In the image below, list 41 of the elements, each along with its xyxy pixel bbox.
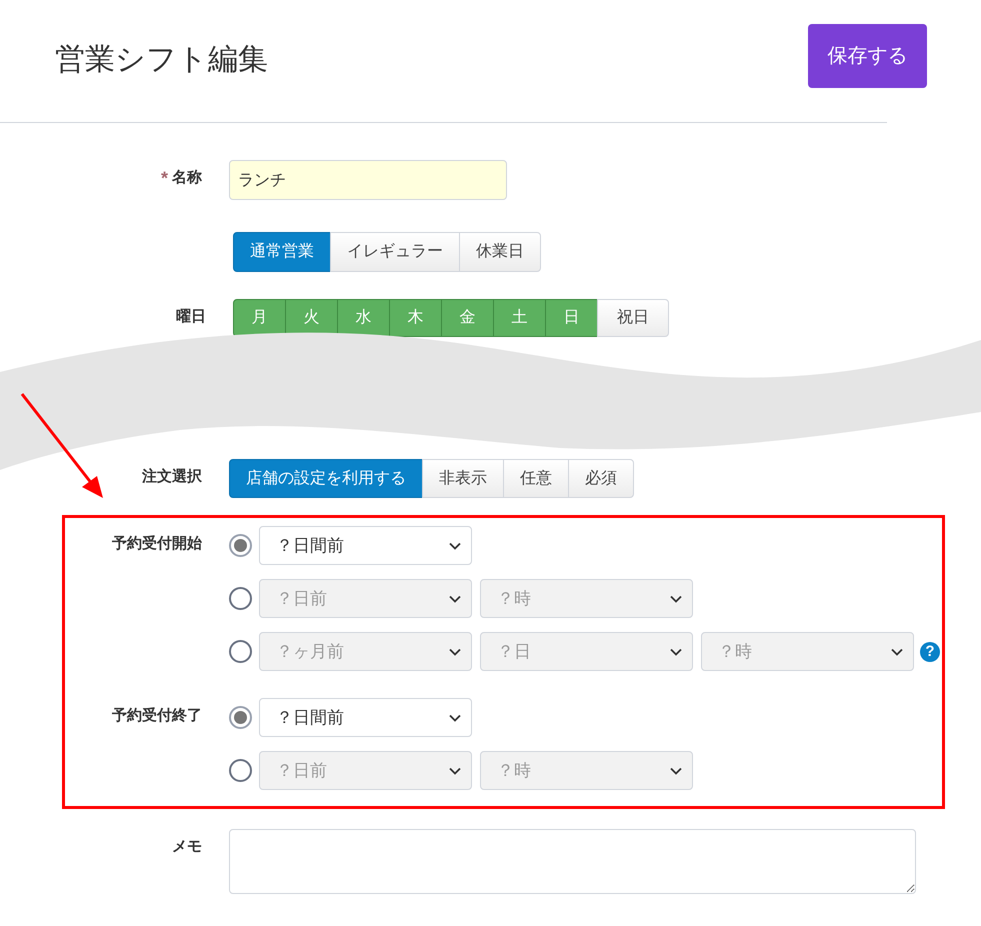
- field-label: 予約受付終了: [112, 706, 202, 726]
- chevron-down-icon: [670, 648, 682, 656]
- field-label: 名称: [172, 168, 202, 188]
- toggle-button[interactable]: イレギュラー: [330, 232, 460, 272]
- text-input[interactable]: ランチ: [229, 160, 507, 200]
- chevron-down-icon: [449, 594, 461, 602]
- toggle-button[interactable]: 必須: [568, 459, 634, 498]
- help-icon[interactable]: ?: [920, 642, 940, 662]
- chevron-down-icon: [670, 594, 682, 602]
- radio-button[interactable]: [229, 534, 252, 557]
- chevron-down-icon: [449, 766, 461, 774]
- toggle-button[interactable]: 休業日: [459, 232, 541, 272]
- dropdown[interactable]: ？日間前: [259, 698, 472, 737]
- toggle-button[interactable]: 通常営業: [233, 232, 331, 272]
- radio-button[interactable]: [229, 587, 252, 610]
- save-button[interactable]: 保存する: [808, 24, 927, 88]
- required-mark: *: [160, 168, 168, 188]
- toggle-button[interactable]: 木: [389, 299, 442, 337]
- toggle-button[interactable]: 非表示: [422, 459, 504, 498]
- toggle-button[interactable]: 任意: [503, 459, 569, 498]
- page-title: 営業シフト編集: [55, 42, 268, 78]
- chevron-down-icon: [891, 648, 903, 656]
- radio-button[interactable]: [229, 759, 252, 782]
- radio-button[interactable]: [229, 640, 252, 663]
- chevron-down-icon: [670, 766, 682, 774]
- toggle-button[interactable]: 水: [337, 299, 390, 337]
- field-label: 予約受付開始: [112, 534, 202, 554]
- toggle-button[interactable]: 土: [493, 299, 546, 337]
- chevron-down-icon: [449, 648, 461, 656]
- chevron-down-icon: [449, 542, 461, 550]
- chevron-down-icon: [449, 714, 461, 722]
- field-label: メモ: [172, 837, 202, 857]
- toggle-button[interactable]: 祝日: [597, 299, 669, 337]
- radio-button[interactable]: [229, 706, 252, 729]
- toggle-button[interactable]: 金: [441, 299, 494, 337]
- toggle-button[interactable]: 店舗の設定を利用する: [229, 459, 423, 498]
- toggle-button[interactable]: 日: [545, 299, 598, 337]
- field-label: 曜日: [176, 307, 206, 327]
- dropdown[interactable]: ？日間前: [259, 526, 472, 565]
- field-label: 注文選択: [142, 467, 202, 487]
- toggle-button[interactable]: 月: [233, 299, 286, 337]
